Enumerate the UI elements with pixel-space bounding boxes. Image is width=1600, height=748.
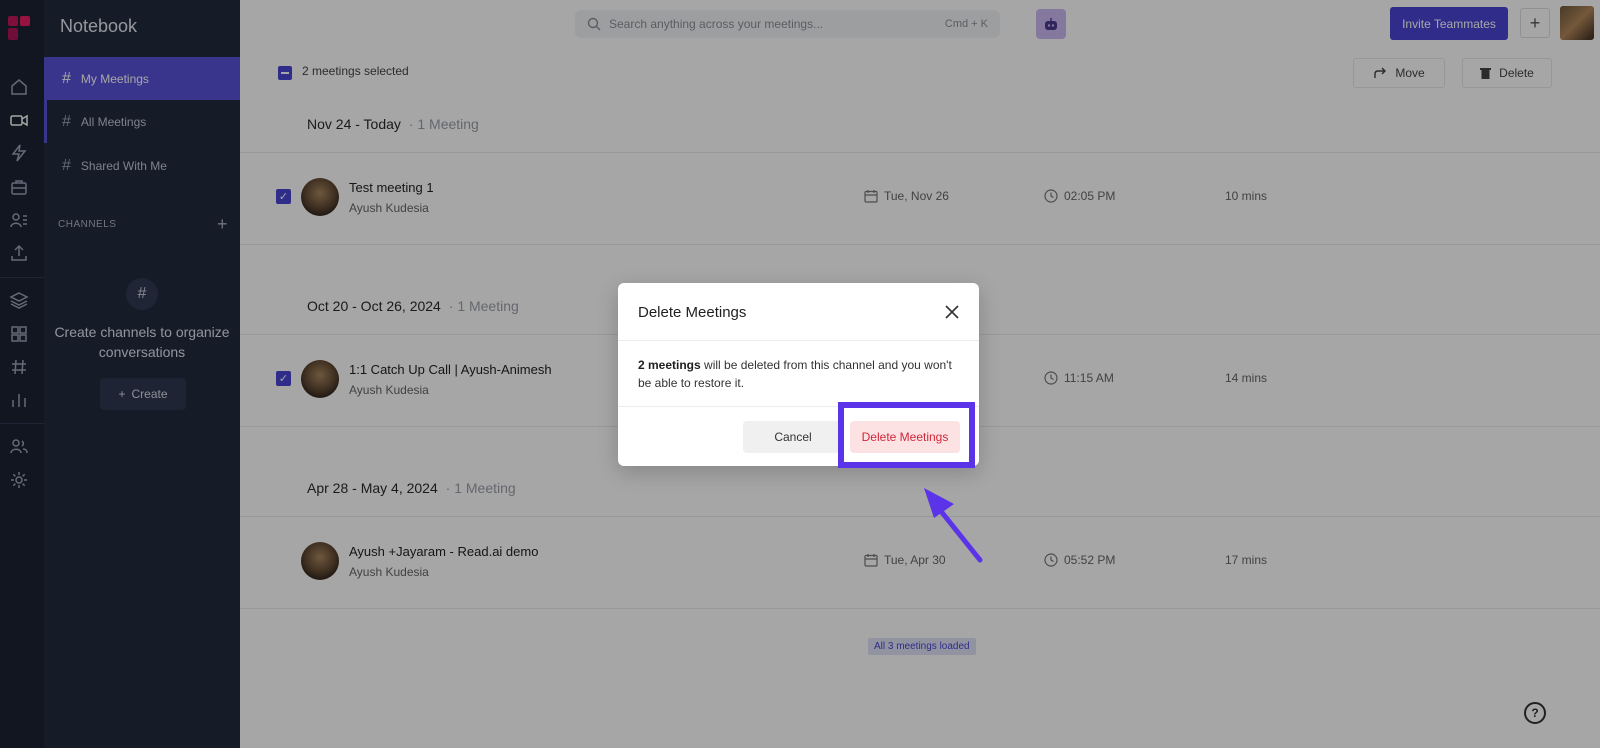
cancel-button[interactable]: Cancel bbox=[743, 421, 843, 453]
annotation-arrow-icon bbox=[924, 488, 983, 563]
annotation-highlight-box bbox=[838, 402, 975, 468]
divider bbox=[618, 340, 979, 341]
dialog-title: Delete Meetings bbox=[638, 304, 747, 321]
close-icon[interactable] bbox=[944, 304, 960, 320]
dialog-message: 2 meetings will be deleted from this cha… bbox=[638, 358, 952, 390]
